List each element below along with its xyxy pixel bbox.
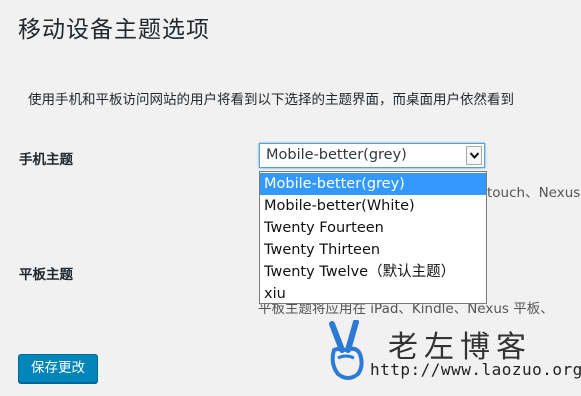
victory-hand-icon xyxy=(329,320,364,380)
dropdown-option[interactable]: xiu xyxy=(260,283,486,305)
dropdown-option[interactable]: Twenty Twelve（默认主题） xyxy=(260,261,486,283)
mobile-theme-help: touch、Nexus xyxy=(487,185,581,201)
page-title: 移动设备主题选项 xyxy=(18,17,210,43)
mobile-theme-label: 手机主题 xyxy=(19,152,73,168)
dropdown-option[interactable]: Twenty Thirteen xyxy=(260,239,486,261)
chevron-down-icon[interactable] xyxy=(466,146,482,165)
save-button[interactable]: 保存更改 xyxy=(18,354,98,383)
page-description: 使用手机和平板访问网站的用户将看到以下选择的主题界面，而桌面用户依然看到 xyxy=(28,92,514,108)
dropdown-option[interactable]: Mobile-better(grey) xyxy=(260,173,486,195)
theme-dropdown-list[interactable]: Mobile-better(grey) Mobile-better(White)… xyxy=(259,171,487,304)
dropdown-option[interactable]: Twenty Fourteen xyxy=(260,217,486,239)
dropdown-option[interactable]: Mobile-better(White) xyxy=(260,195,486,217)
watermark: 老左博客 http://www.laozuo.org xyxy=(318,318,581,388)
mobile-theme-select[interactable]: Mobile-better(grey) xyxy=(259,143,485,168)
mobile-theme-selected-value: Mobile-better(grey) xyxy=(266,147,407,163)
tablet-theme-label: 平板主题 xyxy=(19,267,73,283)
watermark-url: http://www.laozuo.org xyxy=(370,360,581,379)
